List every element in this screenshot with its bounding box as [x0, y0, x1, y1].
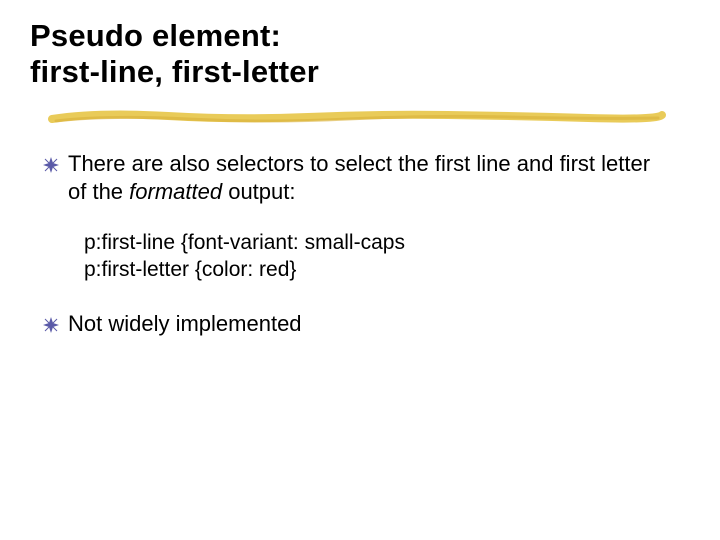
- code-line-2: p:first-letter {color: red}: [84, 256, 662, 283]
- slide: Pseudo element: first-line, first-letter…: [0, 0, 720, 540]
- title-underline-stroke: [48, 105, 668, 129]
- slide-title: Pseudo element: first-line, first-letter: [30, 18, 319, 89]
- title-line-2: first-line, first-letter: [30, 54, 319, 89]
- code-example: p:first-line {font-variant: small-caps p…: [84, 229, 662, 284]
- title-line-1: Pseudo element:: [30, 18, 281, 53]
- bullet-1-part-b: output:: [222, 179, 295, 204]
- code-line-1: p:first-line {font-variant: small-caps: [84, 229, 662, 256]
- slide-body: There are also selectors to select the f…: [42, 150, 662, 361]
- bullet-ornament-icon: [42, 314, 60, 336]
- bullet-ornament-icon: [42, 154, 60, 176]
- bullet-item-2: Not widely implemented: [42, 310, 662, 338]
- bullet-item-1: There are also selectors to select the f…: [42, 150, 662, 205]
- bullet-1-italic: formatted: [129, 179, 222, 204]
- bullet-2-text: Not widely implemented: [68, 310, 662, 338]
- bullet-1-text: There are also selectors to select the f…: [68, 150, 662, 205]
